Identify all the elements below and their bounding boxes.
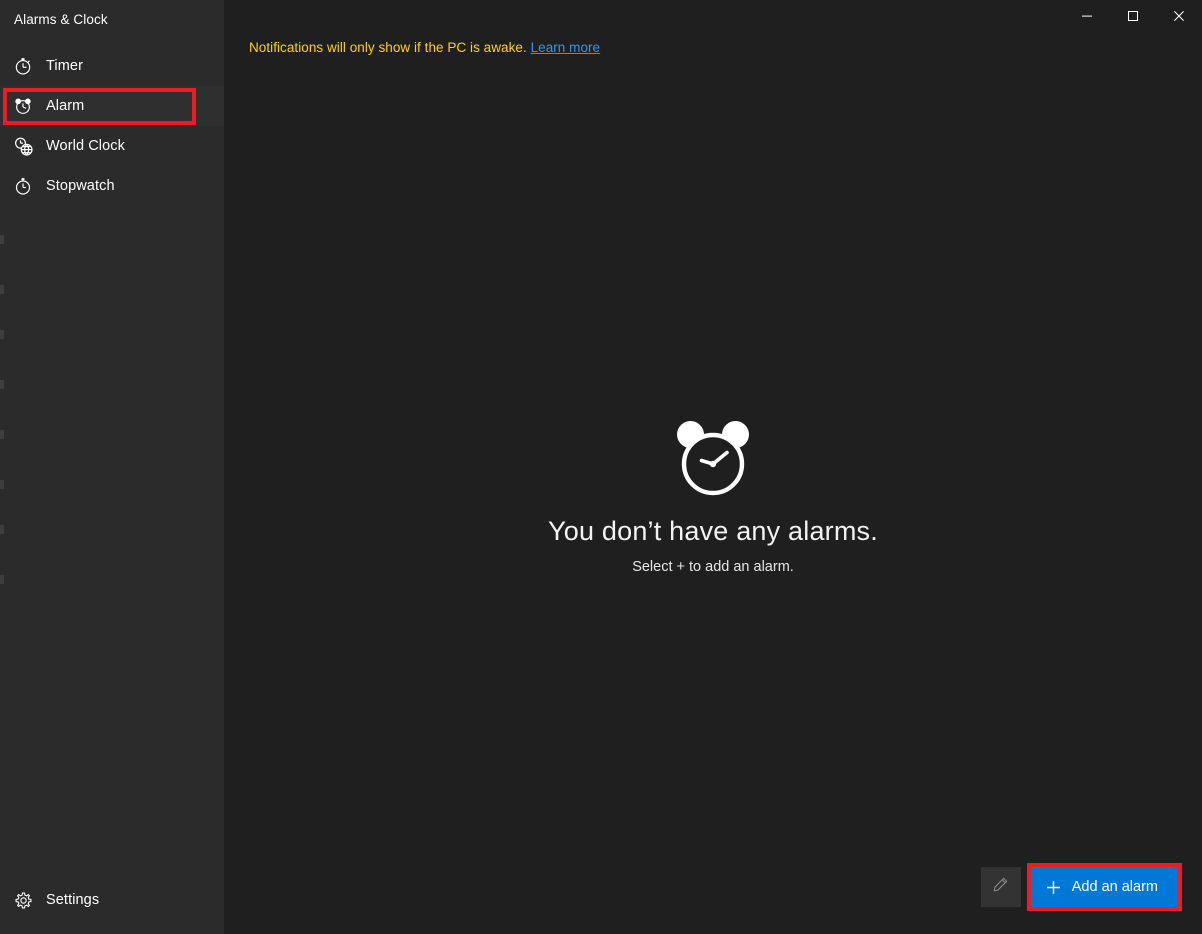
- page-title: Alarms & Clock: [14, 12, 108, 27]
- add-alarm-label: Add an alarm: [1072, 879, 1158, 895]
- empty-state-subtitle: Select + to add an alarm.: [632, 559, 794, 575]
- sidebar-item-timer[interactable]: Timer: [0, 46, 224, 86]
- alarm-clock-icon: [10, 93, 36, 119]
- pencil-icon: [992, 876, 1009, 898]
- alarm-clock-large-icon: [670, 418, 756, 500]
- empty-state-title: You don’t have any alarms.: [548, 516, 878, 547]
- add-alarm-button[interactable]: Add an alarm: [1031, 867, 1178, 907]
- maximize-button[interactable]: [1110, 0, 1156, 32]
- gear-icon: [10, 887, 36, 913]
- edit-alarm-button[interactable]: [981, 867, 1021, 907]
- learn-more-link[interactable]: Learn more: [531, 40, 601, 55]
- close-button[interactable]: [1156, 0, 1202, 32]
- sidebar-item-stopwatch[interactable]: Stopwatch: [0, 166, 224, 206]
- alarms-and-clock-window: Alarms & Clock Timer: [0, 0, 1202, 934]
- world-clock-icon: [10, 133, 36, 159]
- plus-icon: [1045, 879, 1062, 896]
- sidebar-item-label: Stopwatch: [46, 178, 115, 194]
- command-bar: Add an alarm: [981, 863, 1182, 911]
- notification-text: Notifications will only show if the PC i…: [249, 40, 527, 55]
- main-content: Notifications will only show if the PC i…: [224, 0, 1202, 934]
- stopwatch-icon: [10, 173, 36, 199]
- sidebar-item-label: World Clock: [46, 138, 125, 154]
- empty-state: You don’t have any alarms. Select + to a…: [224, 418, 1202, 575]
- notification-banner: Notifications will only show if the PC i…: [249, 40, 600, 55]
- timer-icon: [10, 53, 36, 79]
- sidebar-item-label: Alarm: [46, 98, 84, 114]
- sidebar-item-settings[interactable]: Settings: [0, 880, 224, 920]
- sidebar-item-world-clock[interactable]: World Clock: [0, 126, 224, 166]
- sidebar-item-alarm[interactable]: Alarm: [0, 86, 224, 126]
- sidebar-item-label: Timer: [46, 58, 83, 74]
- window-controls: [1064, 0, 1202, 32]
- sidebar-nav: Timer Alarm: [0, 46, 224, 206]
- minimize-button[interactable]: [1064, 0, 1110, 32]
- sidebar-item-label: Settings: [46, 892, 99, 908]
- add-alarm-highlight-wrap: Add an alarm: [1027, 863, 1182, 911]
- sidebar: Alarms & Clock Timer: [0, 0, 224, 934]
